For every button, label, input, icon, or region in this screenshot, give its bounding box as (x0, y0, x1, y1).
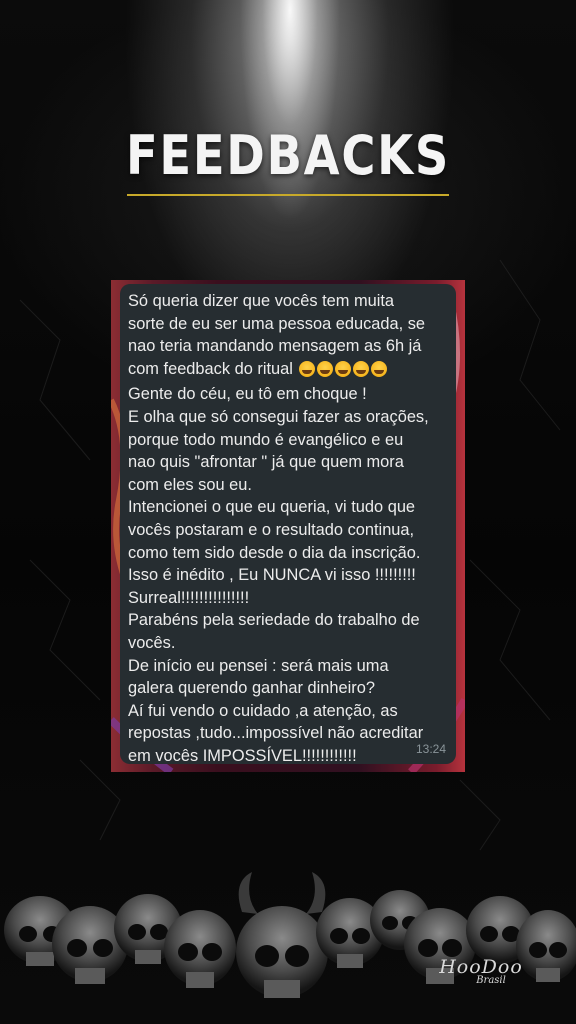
laughing-tears-emoji-icon (371, 360, 388, 377)
message-line: Só queria dizer que vocês tem muita (128, 292, 395, 310)
laughing-tears-emoji-icon (299, 360, 316, 377)
skulls-illustration (4, 872, 576, 998)
laughing-tears-emoji-icon (317, 360, 334, 377)
message-line: vocês postaram e o resultado continua, (128, 520, 415, 539)
message-line: De início eu pensei : será mais uma (128, 656, 389, 675)
message-timestamp: 13:24 (415, 742, 446, 756)
message-line: porque todo mundo é evangélico e eu (128, 430, 404, 449)
page-title: FEEDBACKS (125, 124, 451, 187)
message-line: como tem sido desde o dia da inscrição. (128, 543, 421, 562)
message-line-with-emoji: com feedback do ritual (128, 358, 446, 384)
message-line: Aí fui vendo o cuidado ,a atenção, as (128, 701, 398, 720)
message-line: Gente do céu, eu tô em choque ! (128, 385, 367, 404)
message-line: E olha que só consegui fazer as orações, (128, 407, 429, 426)
emoji-row (297, 360, 388, 384)
message-line: repostas ,tudo...impossível não acredita… (128, 724, 424, 743)
message-line: galera querendo ganhar dinheiro? (128, 679, 375, 698)
message-line: em vocês IMPOSSÍVEL!!!!!!!!!!!! (128, 746, 357, 765)
message-line: sorte de eu ser uma pessoa educada, se (128, 314, 426, 333)
title-underline (127, 194, 449, 196)
chat-bubble: Só queria dizer que vocês tem muita sort… (120, 284, 456, 765)
laughing-tears-emoji-icon (335, 360, 352, 377)
message-line: vocês. (128, 633, 176, 652)
brand-logo: HooDoo Brasil (436, 956, 526, 986)
message-line: com eles sou eu. (128, 475, 252, 494)
message-line: Surreal!!!!!!!!!!!!!!! (128, 588, 250, 607)
message-line: Intencionei o que eu queria, vi tudo que (128, 498, 416, 517)
message-line: com feedback do ritual (128, 359, 293, 378)
message-line: Parabéns pela seriedade do trabalho de (128, 611, 420, 630)
message-line: nao quis "afrontar " já que quem mora (128, 453, 404, 472)
laughing-tears-emoji-icon (353, 360, 370, 377)
message-line: nao teria mandando mensagem as 6h já (128, 337, 422, 356)
message-line: Isso é inédito , Eu NUNCA vi isso !!!!!!… (128, 566, 416, 585)
chat-screenshot: Só queria dizer que vocês tem muita sort… (111, 280, 465, 772)
